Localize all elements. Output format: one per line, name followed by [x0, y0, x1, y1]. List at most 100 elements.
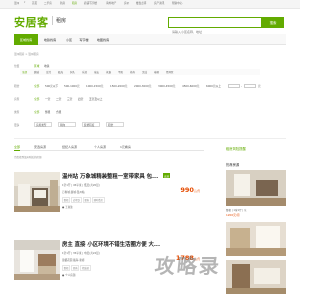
type-option[interactable]: 全部: [34, 110, 39, 114]
district-option[interactable]: 平阳: [118, 70, 123, 74]
rent-option[interactable]: 500-1000元: [64, 84, 80, 88]
topbar-link-new[interactable]: 新房: [60, 1, 65, 5]
sidebar-recommend-photo[interactable]: [226, 222, 286, 256]
orientation-select[interactable]: 朝向: [58, 122, 76, 127]
rent-option[interactable]: 3000-4500元: [158, 84, 175, 88]
topbar-link-price[interactable]: 房价: [124, 1, 129, 5]
rent-select[interactable]: 租金: [106, 122, 124, 127]
topbar-link-reviews[interactable]: 楼盘点评: [136, 1, 146, 5]
district-option[interactable]: 洞头: [70, 70, 75, 74]
listing-tag: 朝南: [82, 197, 91, 203]
filter-rent-row: 租金 全部 500元以下 500-1000元 1000-1500元 1500-2…: [14, 83, 286, 91]
filter-type-row: 类型 全部 整租 合租: [14, 110, 286, 117]
listing-item[interactable]: 温州站 万象城精装整租一室带家具 包... 安选 1室1厅 | 45平米 | 低…: [14, 172, 204, 234]
type-option[interactable]: 合租: [56, 110, 61, 114]
topbar-link-rent[interactable]: 租房: [72, 1, 77, 5]
site-logo[interactable]: 安居客: [14, 14, 49, 30]
rent-option[interactable]: 4500-6000元: [182, 84, 199, 88]
listing-badge: 安选: [163, 173, 171, 178]
subnav-office[interactable]: 写字楼: [76, 34, 92, 45]
listing-tag: 整租: [62, 265, 71, 271]
rent-option[interactable]: 全部: [34, 84, 39, 88]
house-type-select[interactable]: 房屋类型: [34, 122, 52, 127]
listing-photo[interactable]: [14, 240, 60, 280]
risk-warning-link[interactable]: 租房风险提醒: [226, 146, 246, 151]
district-option[interactable]: 乐清: [82, 70, 87, 74]
sidebar-recommend-photo[interactable]: [226, 260, 286, 294]
rent-option[interactable]: 2000-3000元: [134, 84, 151, 88]
min-price-input[interactable]: [228, 83, 240, 88]
tab-selected[interactable]: 安选房源: [34, 143, 46, 151]
subnav-subway[interactable]: 地铁找房: [39, 34, 61, 45]
district-option[interactable]: 泰顺: [154, 70, 159, 74]
room-option[interactable]: 四室: [78, 97, 83, 101]
listing-tag: 近地铁: [71, 197, 82, 203]
top-navigation-bar: 温州 ▾ 首页 二手房 新房 租房 商铺写字楼 海外地产 房价 楼盘点评 房产资…: [0, 0, 300, 9]
tab-personal[interactable]: 个人房源: [94, 143, 106, 151]
search-field[interactable]: [168, 17, 262, 37]
listing-title[interactable]: 房主 直接 小区环境不错生活圈方便 大...: [62, 240, 172, 248]
topbar-link-home[interactable]: 首页: [32, 1, 37, 5]
room-option[interactable]: 二室: [56, 97, 61, 101]
room-option[interactable]: 一室: [45, 97, 50, 101]
listing-tag: 随时看房: [91, 197, 105, 203]
district-option[interactable]: 经开区: [166, 70, 174, 74]
filter-region-label: 位置: [14, 64, 20, 68]
topbar-link-commercial[interactable]: 商铺写字楼: [84, 1, 97, 5]
rent-option[interactable]: 6000元以上: [206, 84, 221, 88]
district-option[interactable]: 苍南: [130, 70, 135, 74]
listing-tag: 朝南: [71, 265, 80, 271]
room-option[interactable]: 五室及以上: [89, 97, 102, 101]
search-button[interactable]: 搜索: [262, 17, 284, 28]
chevron-down-icon: ▾: [24, 1, 26, 4]
listing-photo[interactable]: [14, 172, 60, 212]
type-option[interactable]: 整租: [45, 110, 50, 114]
topbar-link-news[interactable]: 房产资讯: [154, 1, 164, 5]
filter-region-area[interactable]: 区域: [34, 64, 39, 68]
channel-navigation: 区域找房 地铁找房 小区 写字楼 地图找房: [14, 34, 286, 45]
subnav-map[interactable]: 地图找房: [92, 34, 114, 45]
listing-agent-name: 个人房源: [65, 274, 76, 277]
tab-agent[interactable]: 经纪人房源: [62, 143, 77, 151]
district-option[interactable]: 瑞安: [94, 70, 99, 74]
district-option[interactable]: 瓯海: [58, 70, 63, 74]
district-option[interactable]: 鹿城: [34, 70, 39, 74]
filter-region-subway[interactable]: 地铁: [44, 64, 49, 68]
filter-divider: [14, 138, 286, 139]
rent-option[interactable]: 1500-2000元: [110, 84, 127, 88]
city-switcher[interactable]: 温州: [14, 1, 19, 5]
listing-agent-name: 王先生: [65, 206, 73, 209]
subnav-community[interactable]: 小区: [62, 34, 76, 45]
select-value: 房屋类型: [36, 123, 47, 127]
listing-tag: 精装修: [80, 265, 91, 271]
price-value: 990: [180, 186, 194, 194]
max-price-input[interactable]: [244, 83, 256, 88]
topbar-link-overseas[interactable]: 海外地产: [106, 1, 116, 5]
filter-room-row: 房型 全部 一室 二室 三室 四室 五室及以上: [14, 97, 286, 104]
listing-title[interactable]: 温州站 万象城精装整租一室带家具 包...: [62, 172, 172, 180]
subnav-area[interactable]: 区域找房: [14, 34, 38, 45]
tab-all[interactable]: 全部: [14, 143, 21, 151]
room-option[interactable]: 全部: [34, 97, 39, 101]
room-option[interactable]: 三室: [67, 97, 72, 101]
sidebar-item-price: 1200元/月: [226, 213, 240, 217]
channel-title: 租房: [56, 18, 67, 24]
district-option[interactable]: 龙湾: [46, 70, 51, 74]
user-icon: ●: [62, 274, 65, 277]
sidebar-recommend-photo[interactable]: [226, 170, 286, 206]
rent-option[interactable]: 1000-1500元: [86, 84, 103, 88]
listing-address: 锦都花园 瓯海-新桥: [62, 259, 85, 262]
decoration-select[interactable]: 装修程度: [82, 122, 100, 127]
district-option[interactable]: 文成: [142, 70, 147, 74]
topbar-link-secondhand[interactable]: 二手房: [44, 1, 52, 5]
select-value: 朝向: [60, 123, 66, 127]
district-option[interactable]: 全部: [22, 70, 27, 74]
select-value: 装修程度: [84, 123, 95, 127]
listing-agent: ● 个人房源: [62, 273, 75, 277]
topbar-link-help[interactable]: 帮助中心: [172, 1, 182, 5]
rent-option[interactable]: 500元以下: [45, 84, 58, 88]
user-icon: ●: [62, 206, 65, 209]
tab-one-yuan[interactable]: 1元看房: [120, 143, 131, 151]
district-option[interactable]: 永嘉: [106, 70, 111, 74]
listing-address: 万象城 鹿城-温州站: [62, 191, 85, 194]
